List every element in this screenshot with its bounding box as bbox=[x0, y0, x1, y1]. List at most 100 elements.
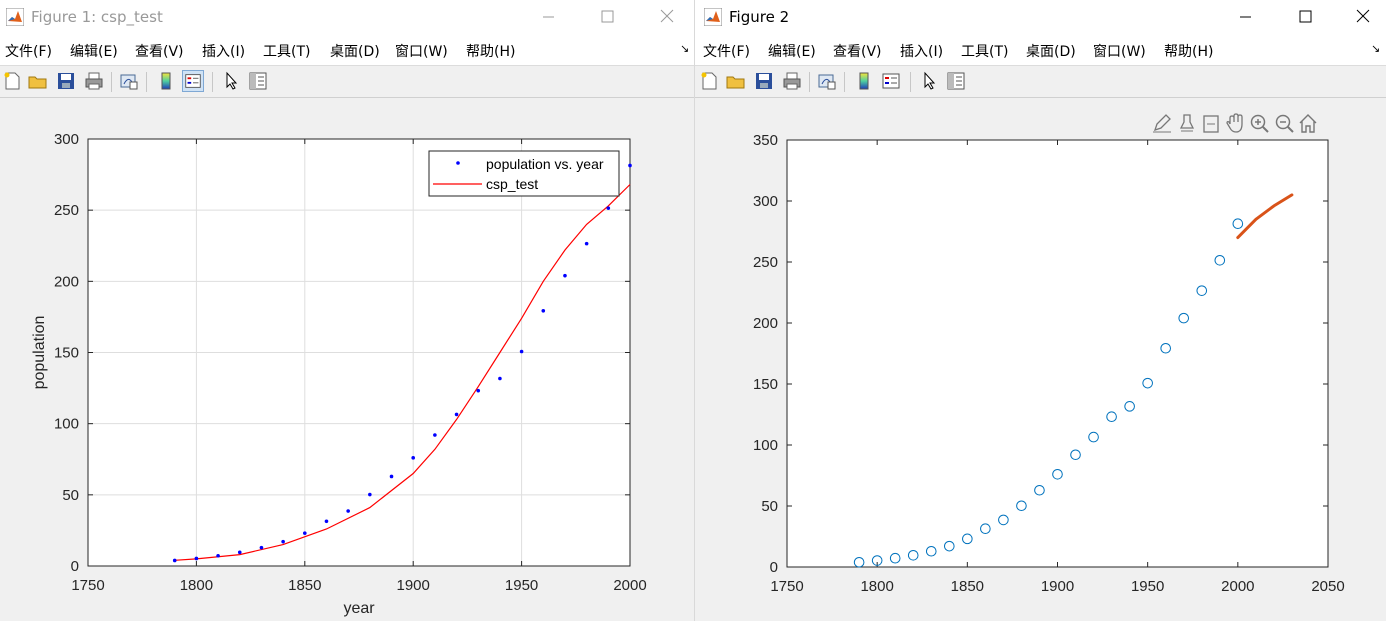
save-icon[interactable] bbox=[55, 70, 77, 92]
figure-1-axes[interactable]: 1750 1800 1850 1900 1950 2000 0 50 100 150 200 250 3… bbox=[0, 98, 694, 621]
y-tick-label: 200 bbox=[54, 273, 79, 290]
menu-desktop[interactable]: 桌面(D) bbox=[330, 41, 380, 61]
toolbar-separator bbox=[844, 72, 845, 92]
open-folder-icon[interactable] bbox=[725, 70, 747, 92]
open-folder-icon[interactable] bbox=[27, 70, 49, 92]
legend-icon[interactable] bbox=[182, 70, 204, 92]
new-file-icon[interactable] bbox=[698, 70, 720, 92]
plot-area bbox=[787, 140, 1328, 567]
toolbar-separator bbox=[146, 72, 147, 92]
pointer-arrow-icon[interactable] bbox=[220, 70, 242, 92]
y-tick-label: 150 bbox=[54, 345, 79, 362]
data-point bbox=[606, 206, 611, 210]
legend-entry: csp_test bbox=[486, 176, 538, 192]
figure-2-axes[interactable]: 1750 1800 1850 1900 1950 2000 2050 0 50 100 150 200… bbox=[695, 98, 1386, 621]
close-button[interactable] bbox=[647, 5, 687, 29]
menu-edit[interactable]: 编辑(E) bbox=[768, 41, 816, 61]
print-icon[interactable] bbox=[83, 70, 105, 92]
menu-edit[interactable]: 编辑(E) bbox=[70, 41, 118, 61]
y-tick-label: 0 bbox=[71, 558, 79, 575]
y-tick-label: 50 bbox=[761, 498, 778, 515]
data-point bbox=[498, 376, 502, 381]
x-tick-label: 1750 bbox=[71, 577, 104, 594]
property-editor-icon[interactable] bbox=[247, 70, 269, 92]
x-tick-label: 1950 bbox=[1131, 578, 1164, 595]
legend-icon[interactable] bbox=[880, 70, 902, 92]
x-tick-label: 1750 bbox=[770, 578, 803, 595]
y-tick-label: 0 bbox=[770, 559, 778, 576]
maximize-button[interactable] bbox=[1285, 5, 1325, 29]
data-point bbox=[303, 531, 307, 535]
zoom-out-icon[interactable] bbox=[1275, 114, 1294, 133]
x-axis-label: year bbox=[343, 600, 375, 617]
pan-hand-icon[interactable] bbox=[1226, 113, 1243, 133]
data-point bbox=[628, 163, 632, 168]
data-point bbox=[194, 556, 199, 561]
menu-view[interactable]: 查看(V) bbox=[833, 41, 882, 61]
data-point bbox=[281, 539, 285, 544]
data-tips-icon[interactable] bbox=[1203, 115, 1219, 133]
new-file-icon[interactable] bbox=[1, 70, 23, 92]
close-button[interactable] bbox=[1343, 5, 1383, 29]
toolbar-separator bbox=[111, 72, 112, 92]
edit-plot-icon[interactable] bbox=[1153, 114, 1171, 133]
y-tick-label: 250 bbox=[753, 254, 778, 271]
y-tick-label: 100 bbox=[54, 416, 79, 433]
x-tick-label: 1850 bbox=[951, 578, 984, 595]
figure-2-window: Figure 2 文件(F) 编辑(E) 查看(V) 插入(I) 工具(T) 桌… bbox=[695, 0, 1386, 621]
y-tick-label: 300 bbox=[54, 131, 79, 148]
menu-overflow-icon[interactable]: ↘ bbox=[680, 42, 689, 55]
data-point bbox=[541, 308, 546, 313]
menu-overflow-icon[interactable]: ↘ bbox=[1371, 42, 1380, 55]
menu-help[interactable]: 帮助(H) bbox=[1164, 41, 1213, 61]
menu-view[interactable]: 查看(V) bbox=[135, 41, 184, 61]
menu-window[interactable]: 窗口(W) bbox=[395, 41, 448, 61]
menu-insert[interactable]: 插入(I) bbox=[202, 41, 245, 61]
x-tick-label: 1900 bbox=[1041, 578, 1074, 595]
brush-icon[interactable] bbox=[1179, 114, 1195, 132]
menu-window[interactable]: 窗口(W) bbox=[1093, 41, 1146, 61]
x-tick-label: 1950 bbox=[505, 577, 538, 594]
menu-tools[interactable]: 工具(T) bbox=[961, 41, 1008, 61]
y-tick-label: 200 bbox=[753, 315, 778, 332]
minimize-button[interactable] bbox=[1225, 5, 1265, 29]
x-tick-label: 2000 bbox=[1221, 578, 1254, 595]
y-tick-label: 250 bbox=[54, 202, 79, 219]
legend: population vs. year csp_test bbox=[428, 150, 620, 197]
data-point bbox=[368, 492, 372, 497]
matlab-icon bbox=[704, 8, 722, 26]
minimize-button[interactable] bbox=[528, 5, 568, 29]
toolbar bbox=[0, 66, 694, 98]
window-title: Figure 1: csp_test bbox=[31, 8, 163, 26]
colorbar-icon[interactable] bbox=[155, 70, 177, 92]
colorbar-icon[interactable] bbox=[853, 70, 875, 92]
maximize-button[interactable] bbox=[587, 5, 627, 29]
save-icon[interactable] bbox=[753, 70, 775, 92]
link-plot-icon[interactable] bbox=[816, 70, 838, 92]
menu-help[interactable]: 帮助(H) bbox=[466, 41, 515, 61]
menu-file[interactable]: 文件(F) bbox=[5, 41, 52, 61]
link-plot-icon[interactable] bbox=[118, 70, 140, 92]
menu-desktop[interactable]: 桌面(D) bbox=[1026, 41, 1076, 61]
menu-insert[interactable]: 插入(I) bbox=[900, 41, 943, 61]
data-point bbox=[216, 553, 220, 558]
legend-marker-points bbox=[456, 161, 460, 165]
property-editor-icon[interactable] bbox=[945, 70, 967, 92]
x-tick-label: 1800 bbox=[180, 577, 213, 594]
x-tick-label: 1850 bbox=[288, 577, 321, 594]
data-point bbox=[476, 388, 481, 393]
data-point bbox=[433, 433, 437, 437]
y-tick-label: 50 bbox=[62, 487, 79, 504]
zoom-in-icon[interactable] bbox=[1250, 114, 1269, 133]
y-tick-label: 150 bbox=[753, 376, 778, 393]
menu-file[interactable]: 文件(F) bbox=[703, 41, 750, 61]
print-icon[interactable] bbox=[781, 70, 803, 92]
x-tick-label: 2000 bbox=[613, 577, 646, 594]
axes-toolbar bbox=[1153, 113, 1317, 133]
home-restore-view-icon[interactable] bbox=[1299, 114, 1317, 133]
data-point bbox=[389, 474, 394, 479]
x-tick-label: 1800 bbox=[860, 578, 893, 595]
menu-bar: 文件(F) 编辑(E) 查看(V) 插入(I) 工具(T) 桌面(D) 窗口(W… bbox=[0, 34, 694, 66]
menu-tools[interactable]: 工具(T) bbox=[263, 41, 310, 61]
pointer-arrow-icon[interactable] bbox=[918, 70, 940, 92]
